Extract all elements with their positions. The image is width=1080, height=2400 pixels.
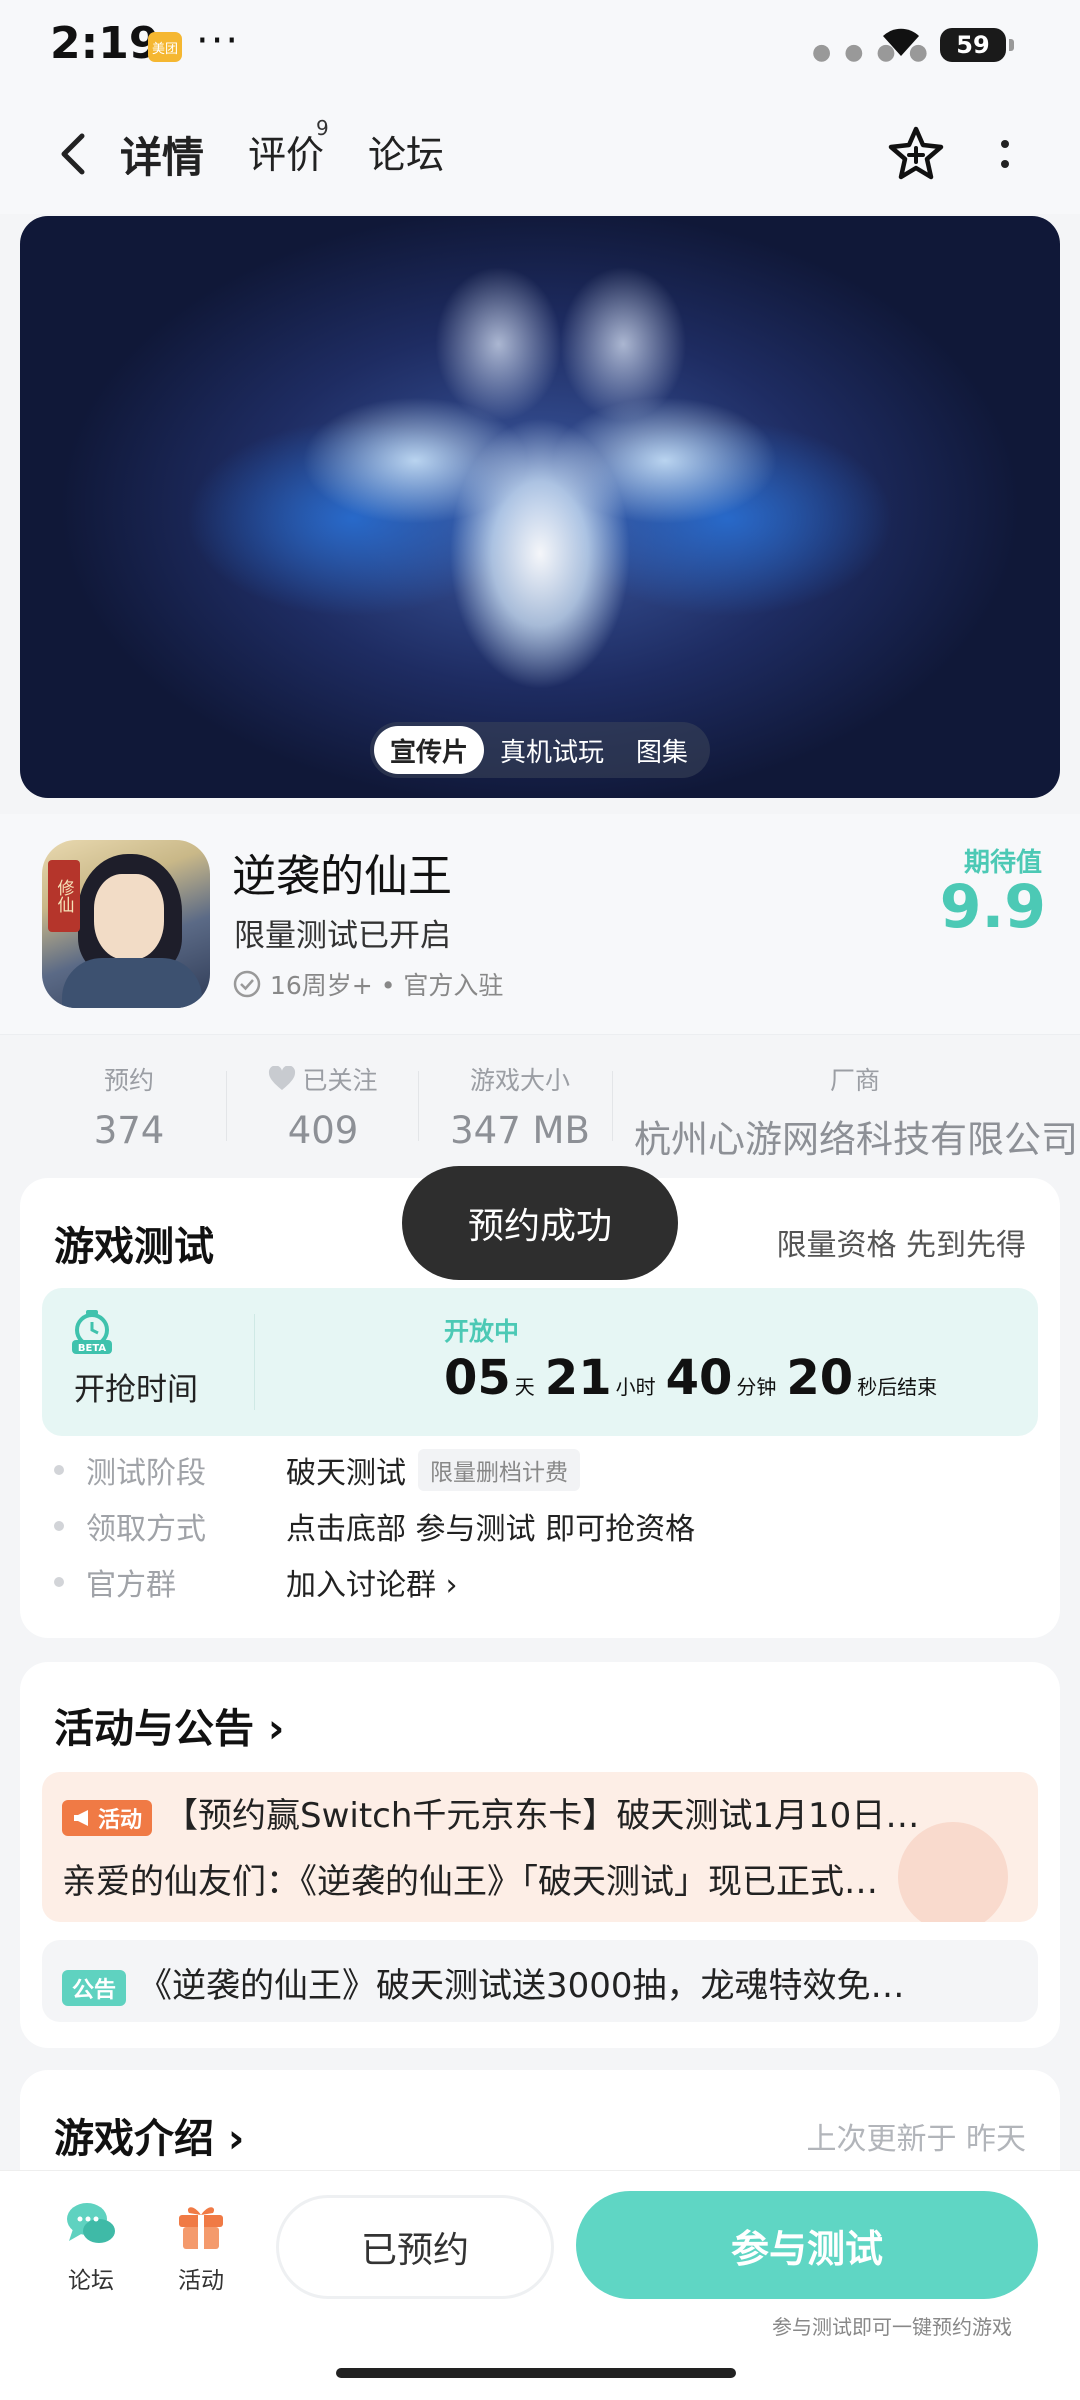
tab-reviews[interactable]: 评价	[248, 124, 324, 179]
promo-video[interactable]: 宣传片 真机试玩 图集	[20, 216, 1060, 798]
battery-icon: 59	[940, 28, 1014, 62]
beta-clock-icon: BETA	[70, 1310, 114, 1356]
favorite-button[interactable]	[884, 122, 948, 186]
reserved-button[interactable]: 已预约	[276, 2195, 554, 2299]
announcement-badge: 公告	[62, 1969, 127, 2006]
expectation-score: 9.9	[939, 872, 1046, 942]
activity-badge: 活动	[62, 1799, 153, 1836]
announcement-item[interactable]: 公告 《逆袭的仙王》破天测试送3000抽，龙魂特效免…	[42, 1940, 1038, 2022]
open-time-label: 开抢时间	[74, 1372, 198, 1408]
game-title: 逆袭的仙王	[232, 851, 452, 902]
join-test-button[interactable]: 参与测试	[576, 2191, 1038, 2299]
forum-button[interactable]: 论坛	[46, 2197, 136, 2295]
review-count-badge: 9	[316, 116, 329, 140]
game-intro-title[interactable]: 游戏介绍 ›	[54, 2106, 244, 2164]
stat-followers: 已关注 409	[258, 1061, 388, 1152]
game-header: 修仙 逆袭的仙王 限量测试已开启 16周岁+ • 官方入驻 期待值 9.9	[0, 814, 1080, 1034]
media-tab-switcher: 宣传片 真机试玩 图集	[370, 722, 710, 778]
activity-item[interactable]: 活动 【预约赢Switch千元京东卡】破天测试1月10日… 亲爱的仙友们：《逆袭…	[42, 1772, 1038, 1922]
status-bar: 2:19 美团 ··· ● ● ● ● 59	[0, 0, 1080, 96]
reserve-success-toast: 预约成功	[402, 1166, 678, 1280]
check-circle-icon	[233, 970, 261, 998]
home-indicator[interactable]	[336, 2368, 736, 2378]
activity-section-title[interactable]: 活动与公告 ›	[54, 1696, 284, 1754]
tab-gallery[interactable]: 图集	[620, 726, 704, 774]
icon-seal: 修仙	[48, 860, 80, 932]
heart-icon	[269, 1066, 296, 1090]
game-icon: 修仙	[42, 840, 210, 1008]
tab-details[interactable]: 详情	[113, 124, 211, 185]
join-group-link[interactable]: 加入讨论群 ›	[286, 1560, 458, 1604]
meituan-app-icon: 美团	[148, 32, 182, 62]
more-options-button[interactable]	[990, 126, 1020, 182]
test-stage-tag: 限量删档计费	[418, 1449, 580, 1491]
stat-developer[interactable]: 厂商 杭州心游网络科技有限公司	[634, 1061, 1080, 1163]
tab-real-device-demo[interactable]: 真机试玩	[484, 726, 620, 774]
game-subtitle: 限量测试已开启	[234, 918, 451, 954]
game-test-title: 游戏测试	[54, 1224, 214, 1270]
status-more-icon: ···	[196, 18, 241, 64]
chat-bubble-icon	[63, 2197, 119, 2253]
official-group-row: 官方群 加入讨论群 ›	[54, 1560, 458, 1604]
svg-text:BETA: BETA	[78, 1343, 106, 1354]
countdown-timer: 05 天 21 小时 40 分钟 20 秒后结束	[444, 1350, 938, 1406]
megaphone-icon	[74, 1809, 88, 1826]
age-rating-info: 16周岁+ • 官方入驻	[232, 966, 503, 1002]
test-stage-row: 测试阶段 破天测试 限量删档计费	[54, 1448, 580, 1492]
star-plus-icon	[888, 126, 944, 180]
activity-button[interactable]: 活动	[156, 2197, 246, 2295]
age-rating-text: 16周岁+ • 官方入驻	[270, 971, 504, 1000]
announcement-title: 《逆袭的仙王》破天测试送3000抽，龙魂特效免…	[138, 1966, 905, 2006]
open-state-label: 开放中	[444, 1317, 520, 1346]
activity-body: 亲爱的仙友们：《逆袭的仙王》「破天测试」现已正式…	[62, 1862, 878, 1902]
activity-announcement-card: 活动与公告 › 活动 【预约赢Switch千元京东卡】破天测试1月10日… 亲爱…	[20, 1662, 1060, 2048]
top-navigation: 详情 评价 9 论坛	[0, 96, 1080, 214]
bottom-action-bar: 论坛 活动 已预约 参与测试 参与测试即可一键预约游戏	[0, 2170, 1080, 2400]
last-updated-text: 上次更新于 昨天	[806, 2122, 1026, 2157]
activity-title: 【预约赢Switch千元京东卡】破天测试1月10日…	[164, 1796, 920, 1836]
stat-reservations: 预约 374	[93, 1066, 165, 1152]
test-countdown-panel: BETA 开抢时间 开放中 05 天 21 小时 40 分钟 20 秒后结束	[42, 1288, 1038, 1436]
limited-qualification-text: 限量资格 先到先得	[776, 1228, 1026, 1263]
status-time: 2:19	[50, 18, 160, 69]
stat-game-size: 游戏大小 347 MB	[450, 1066, 590, 1152]
wifi-icon	[880, 24, 922, 62]
claim-method-row: 领取方式 点击底部 参与测试 即可抢资格	[54, 1504, 695, 1548]
tab-promo-video[interactable]: 宣传片	[374, 726, 485, 774]
tab-forum[interactable]: 论坛	[368, 124, 444, 179]
back-arrow-icon	[61, 133, 85, 175]
gift-icon	[173, 2197, 229, 2253]
stats-row: 预约 374 已关注 409 游戏大小 347 MB 厂商 杭州心游网络科技有限…	[0, 1034, 1080, 1174]
back-button[interactable]	[48, 126, 98, 182]
join-test-hint: 参与测试即可一键预约游戏	[772, 2315, 1012, 2339]
